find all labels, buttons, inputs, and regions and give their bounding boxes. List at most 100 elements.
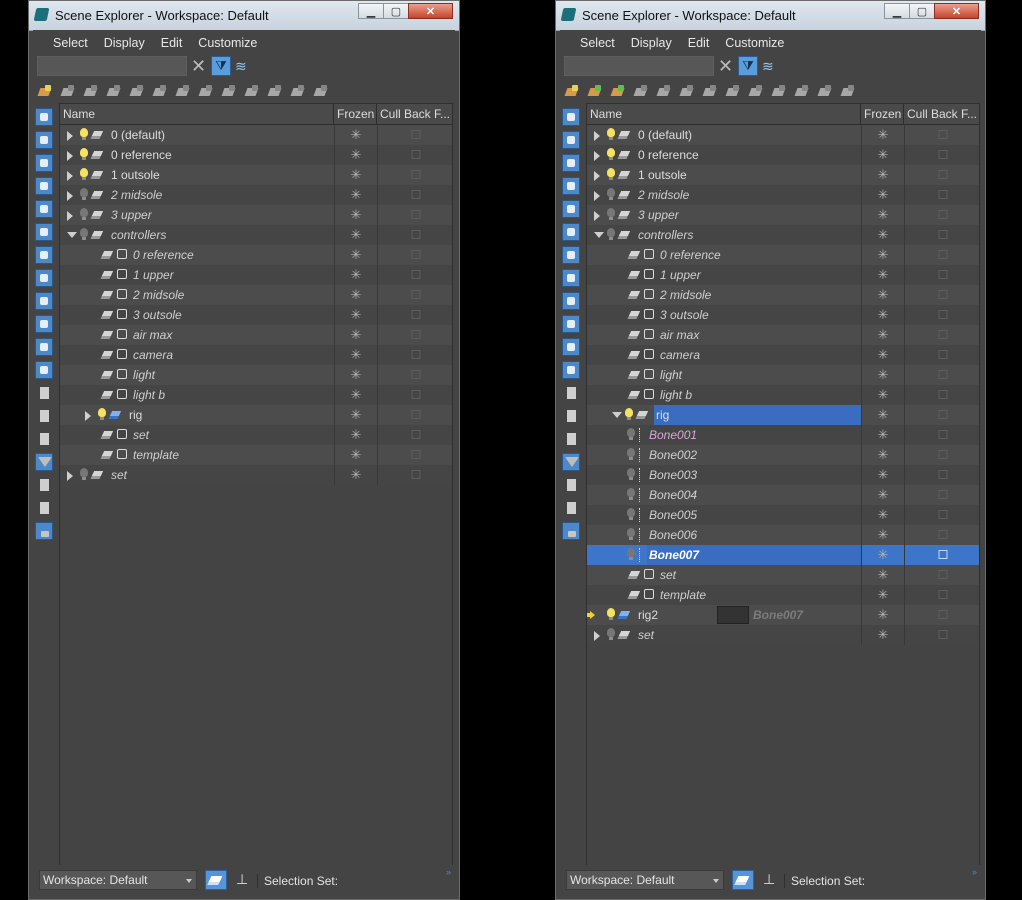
- layer-row[interactable]: 0 (default) ✳: [60, 125, 452, 145]
- name-cell[interactable]: 2 midsole: [587, 185, 861, 205]
- name-cell[interactable]: 3 outsole: [587, 305, 861, 325]
- sublayer-row[interactable]: air max ✳: [587, 325, 979, 345]
- cameras-filter-icon[interactable]: [35, 177, 53, 195]
- cull-checkbox[interactable]: [938, 350, 948, 359]
- cull-checkbox[interactable]: [938, 270, 948, 279]
- cull-back-cell[interactable]: [904, 165, 979, 185]
- sublayer-row[interactable]: 0 reference ✳: [60, 245, 452, 265]
- cull-back-cell[interactable]: [377, 465, 452, 485]
- layer-row[interactable]: 0 reference ✳: [587, 145, 979, 165]
- freeze-snowflake-icon[interactable]: ✳: [351, 148, 362, 162]
- sublayer-row[interactable]: set ✳: [587, 565, 979, 585]
- freeze-snowflake-icon[interactable]: ✳: [351, 368, 362, 382]
- cull-checkbox[interactable]: [411, 190, 421, 199]
- name-cell[interactable]: 0 (default): [587, 125, 861, 145]
- name-cell[interactable]: Bone006: [587, 525, 861, 545]
- menu-select[interactable]: Select: [572, 34, 623, 52]
- helpers-filter-icon[interactable]: [562, 200, 580, 218]
- freeze-snowflake-icon[interactable]: ✳: [351, 248, 362, 262]
- cull-back-cell[interactable]: [904, 305, 979, 325]
- frozen-cell[interactable]: ✳: [861, 145, 904, 165]
- frozen-cell[interactable]: ✳: [861, 385, 904, 405]
- layer-tool-icon[interactable]: [633, 83, 651, 101]
- sublayer-row[interactable]: 3 outsole ✳: [60, 305, 452, 325]
- cull-checkbox[interactable]: [411, 390, 421, 399]
- freeze-snowflake-icon[interactable]: ✳: [878, 548, 889, 562]
- frozen-cell[interactable]: ✳: [861, 405, 904, 425]
- light-bulb-icon[interactable]: [80, 468, 88, 480]
- name-cell[interactable]: camera: [60, 345, 334, 365]
- freeze-snowflake-icon[interactable]: ✳: [351, 408, 362, 422]
- add-selected-icon[interactable]: [610, 83, 628, 101]
- collapsed-arrow-icon[interactable]: [67, 191, 73, 201]
- frozen-cell[interactable]: ✳: [861, 465, 904, 485]
- cull-checkbox[interactable]: [938, 430, 948, 439]
- cull-back-cell[interactable]: [904, 125, 979, 145]
- layer-row[interactable]: controllers ✳: [587, 225, 979, 245]
- display-all-icon[interactable]: [562, 384, 580, 402]
- search-input[interactable]: [564, 56, 714, 76]
- frozen-cell[interactable]: ✳: [334, 285, 377, 305]
- light-bulb-icon[interactable]: [607, 228, 615, 240]
- bone-row[interactable]: Bone002 ✳: [587, 445, 979, 465]
- layer-tool-icon[interactable]: [679, 83, 697, 101]
- cameras-filter-icon[interactable]: [562, 177, 580, 195]
- cull-back-cell[interactable]: [904, 205, 979, 225]
- sublayer-row[interactable]: 2 midsole ✳: [587, 285, 979, 305]
- cull-back-cell[interactable]: [904, 465, 979, 485]
- collapsed-arrow-icon[interactable]: [67, 211, 73, 221]
- cull-back-cell[interactable]: [904, 605, 979, 625]
- light-bulb-icon[interactable]: [98, 408, 106, 420]
- name-cell[interactable]: 2 midsole: [60, 185, 334, 205]
- layer-tool-icon[interactable]: [313, 83, 331, 101]
- name-cell[interactable]: 0 reference: [60, 145, 334, 165]
- freeze-snowflake-icon[interactable]: ✳: [351, 228, 362, 242]
- freeze-snowflake-icon[interactable]: ✳: [878, 468, 889, 482]
- cull-back-cell[interactable]: [904, 185, 979, 205]
- expanded-arrow-icon[interactable]: [67, 232, 77, 238]
- name-cell[interactable]: Bone001: [587, 425, 861, 445]
- cull-back-cell[interactable]: [904, 365, 979, 385]
- name-cell[interactable]: 1 upper: [587, 265, 861, 285]
- cull-back-cell[interactable]: [377, 325, 452, 345]
- freeze-snowflake-icon[interactable]: ✳: [351, 208, 362, 222]
- column-cull-back-faces[interactable]: Cull Back F...: [904, 104, 979, 124]
- workspace-dropdown[interactable]: Workspace: Default: [39, 870, 197, 890]
- freeze-snowflake-icon[interactable]: ✳: [351, 188, 362, 202]
- xrefs-filter-icon[interactable]: [562, 269, 580, 287]
- layer-tool-icon[interactable]: [771, 83, 789, 101]
- new-layer-icon[interactable]: [564, 83, 582, 101]
- name-cell[interactable]: set: [587, 625, 861, 645]
- cull-checkbox[interactable]: [938, 570, 948, 579]
- minimize-button[interactable]: ▁: [358, 3, 384, 19]
- frozen-cell[interactable]: ✳: [334, 125, 377, 145]
- column-frozen[interactable]: Frozen: [334, 104, 377, 124]
- groups-filter-icon[interactable]: [562, 246, 580, 264]
- cull-checkbox[interactable]: [411, 250, 421, 259]
- freeze-snowflake-icon[interactable]: ✳: [878, 428, 889, 442]
- spacewarps-filter-icon[interactable]: [35, 223, 53, 241]
- layer-row[interactable]: rig ✳: [60, 405, 452, 425]
- clear-search-icon[interactable]: ✕: [191, 56, 206, 76]
- helpers-filter-icon[interactable]: [35, 200, 53, 218]
- cull-back-cell[interactable]: [904, 485, 979, 505]
- close-button[interactable]: ✕: [934, 3, 979, 19]
- layer-row[interactable]: 2 midsole ✳: [60, 185, 452, 205]
- light-bulb-icon[interactable]: [627, 488, 635, 500]
- cull-checkbox[interactable]: [411, 150, 421, 159]
- collapsed-arrow-icon[interactable]: [594, 191, 600, 201]
- close-button[interactable]: ✕: [408, 3, 453, 19]
- layer-tool-icon[interactable]: [244, 83, 262, 101]
- light-bulb-icon[interactable]: [607, 188, 615, 200]
- freeze-snowflake-icon[interactable]: ✳: [351, 348, 362, 362]
- sublayer-row[interactable]: camera ✳: [60, 345, 452, 365]
- name-cell[interactable]: 1 outsole: [60, 165, 334, 185]
- lock-icon[interactable]: [562, 522, 580, 540]
- lock-icon[interactable]: [35, 522, 53, 540]
- cull-back-cell[interactable]: [377, 445, 452, 465]
- layer-tool-icon[interactable]: [794, 83, 812, 101]
- sublayer-row[interactable]: 1 upper ✳: [60, 265, 452, 285]
- frozen-cell[interactable]: ✳: [861, 245, 904, 265]
- freeze-snowflake-icon[interactable]: ✳: [878, 328, 889, 342]
- collapsed-arrow-icon[interactable]: [594, 171, 600, 181]
